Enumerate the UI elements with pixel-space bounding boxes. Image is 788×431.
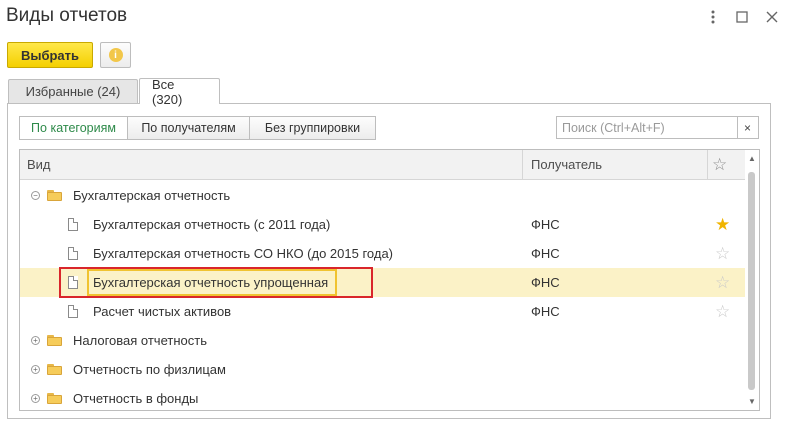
- report-name: Бухгалтерская отчетность СО НКО (до 2015…: [93, 246, 394, 261]
- expand-toggle-icon[interactable]: +: [31, 394, 40, 403]
- report-name: Бухгалтерская отчетность (с 2011 года): [93, 217, 331, 232]
- window-title: Виды отчетов: [6, 5, 128, 26]
- folder-icon: [47, 393, 62, 404]
- recipient-value: ФНС: [531, 246, 560, 261]
- highlight-frame: [59, 267, 373, 298]
- no-grouping-button[interactable]: Без группировки: [249, 116, 376, 140]
- recipient-value: ФНС: [531, 275, 560, 290]
- table-row[interactable]: Бухгалтерская отчетность СО НКО (до 2015…: [20, 239, 745, 268]
- favorite-star-outline-icon[interactable]: ☆: [715, 302, 730, 322]
- document-icon: [68, 218, 78, 231]
- folder-icon: [47, 335, 62, 346]
- info-icon: i: [108, 48, 123, 62]
- table-row[interactable]: Расчет чистых активов ФНС ☆: [20, 297, 745, 326]
- folder-icon: [47, 364, 62, 375]
- more-menu-icon[interactable]: [703, 7, 723, 27]
- scroll-up-arrow-icon[interactable]: ▲: [745, 151, 759, 165]
- document-icon: [68, 247, 78, 260]
- maximize-icon[interactable]: [732, 7, 752, 27]
- group-label: Бухгалтерская отчетность: [73, 188, 231, 203]
- folder-icon: [47, 190, 62, 201]
- close-icon[interactable]: [762, 7, 782, 27]
- recipient-value: ФНС: [531, 217, 560, 232]
- table-row[interactable]: Бухгалтерская отчетность (с 2011 года) Ф…: [20, 210, 745, 239]
- search-input[interactable]: Поиск (Ctrl+Alt+F): [556, 116, 738, 139]
- expand-toggle-icon[interactable]: +: [31, 365, 40, 374]
- group-label: Отчетность по физлицам: [73, 362, 226, 377]
- scroll-down-arrow-icon[interactable]: ▼: [745, 394, 759, 408]
- expand-toggle-icon[interactable]: +: [31, 336, 40, 345]
- column-header-favorite[interactable]: ☆: [712, 150, 727, 179]
- group-label: Отчетность в фонды: [73, 391, 199, 406]
- table-row[interactable]: + Отчетность по физлицам: [20, 355, 745, 384]
- star-outline-icon: ☆: [712, 154, 728, 174]
- tab-favorites[interactable]: Избранные (24): [8, 79, 138, 103]
- info-button[interactable]: i: [100, 42, 131, 68]
- scrollbar-thumb[interactable]: [748, 172, 755, 390]
- group-label: Налоговая отчетность: [73, 333, 207, 348]
- table-row[interactable]: + Налоговая отчетность: [20, 326, 745, 355]
- report-name: Расчет чистых активов: [93, 304, 232, 319]
- table-row[interactable]: − Бухгалтерская отчетность: [20, 181, 745, 210]
- column-header-kind[interactable]: Вид: [27, 150, 51, 179]
- tab-all[interactable]: Все (320): [139, 77, 220, 107]
- column-divider: [522, 150, 523, 179]
- select-button[interactable]: Выбрать: [7, 42, 93, 68]
- recipient-value: ФНС: [531, 304, 560, 319]
- column-divider: [707, 150, 708, 179]
- favorite-star-outline-icon[interactable]: ☆: [715, 244, 730, 264]
- column-header-recipient[interactable]: Получатель: [531, 150, 602, 179]
- group-by-recipient-button[interactable]: По получателям: [127, 116, 250, 140]
- grid-header: [20, 150, 745, 180]
- search-clear-button[interactable]: ×: [737, 116, 759, 139]
- document-icon: [68, 305, 78, 318]
- collapse-toggle-icon[interactable]: −: [31, 191, 40, 200]
- favorite-star-filled-icon[interactable]: ★: [715, 215, 730, 235]
- favorite-star-outline-icon[interactable]: ☆: [715, 273, 730, 293]
- group-by-category-button[interactable]: По категориям: [19, 116, 128, 140]
- table-row[interactable]: + Отчетность в фонды: [20, 384, 745, 413]
